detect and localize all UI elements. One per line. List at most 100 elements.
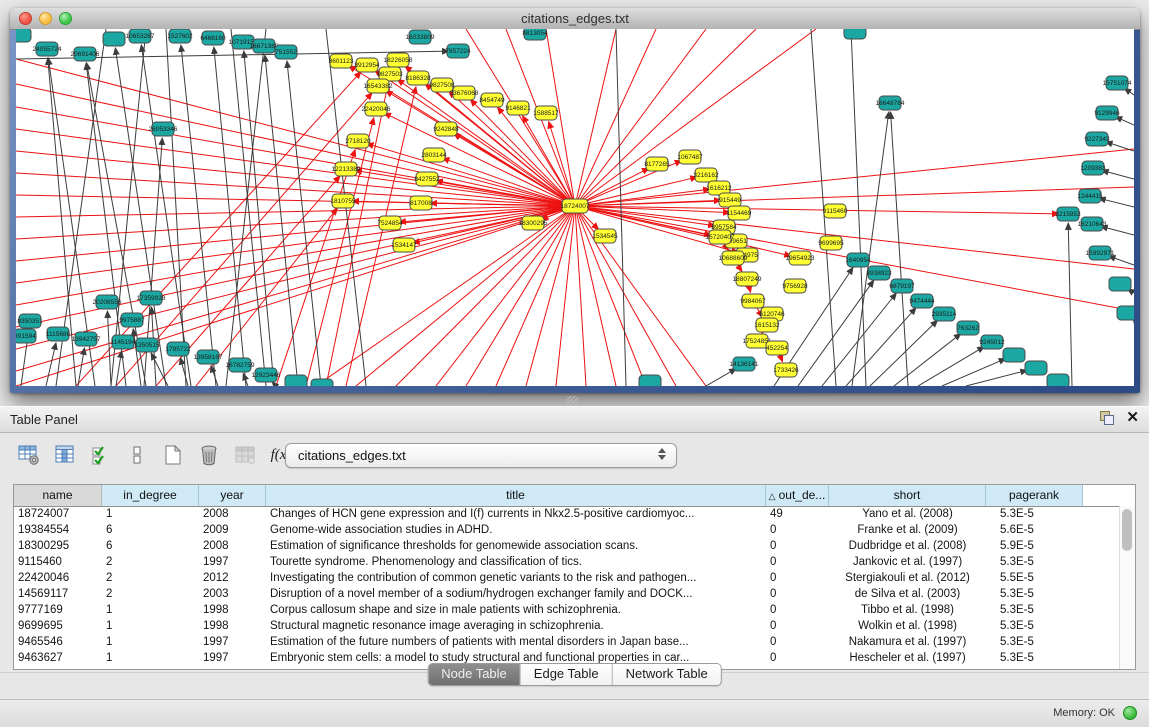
graph-node[interactable]: 26053346 <box>149 122 178 136</box>
graph-node[interactable] <box>103 32 125 46</box>
table-row[interactable]: 1456911722003Disruption of a novel membe… <box>14 587 1135 603</box>
graph-node[interactable]: 9975887 <box>119 313 145 327</box>
scrollbar-thumb[interactable] <box>1122 509 1132 551</box>
graph-node[interactable]: 3216162 <box>693 168 719 182</box>
graph-node[interactable]: 6466160 <box>200 31 226 45</box>
graph-node[interactable]: 1534545 <box>592 229 618 243</box>
graph-node[interactable]: 8350351 <box>17 314 43 328</box>
graph-node[interactable]: 1733426 <box>773 363 799 377</box>
graph-node[interactable]: 2935114 <box>932 307 957 321</box>
graph-node[interactable] <box>1117 306 1134 320</box>
row-height-button[interactable] <box>122 440 152 470</box>
graph-node[interactable]: 1209383 <box>1080 161 1106 175</box>
graph-node[interactable]: 9242848 <box>433 122 459 136</box>
new-column-button[interactable] <box>158 440 188 470</box>
graph-node[interactable]: 22420046 <box>362 102 391 116</box>
graph-node[interactable] <box>1109 277 1131 291</box>
graph-node[interactable]: 1244415 <box>1077 189 1103 203</box>
delete-column-button[interactable] <box>194 440 224 470</box>
graph-node[interactable]: 9699695 <box>818 236 844 250</box>
graph-node[interactable]: 751552 <box>275 45 297 59</box>
hub-node[interactable]: 18724007 <box>561 199 590 213</box>
graph-node[interactable]: 12923446 <box>252 368 281 382</box>
column-header-title[interactable]: title <box>266 485 766 506</box>
table-row[interactable]: 1830029562008Estimation of significance … <box>14 539 1135 555</box>
graph-node[interactable]: 9146821 <box>505 101 531 115</box>
column-header-out_de[interactable]: △out_de... <box>766 485 829 506</box>
tab-node-table[interactable]: Node Table <box>428 664 521 685</box>
graph-node[interactable]: 1640954 <box>845 253 871 267</box>
graph-node[interactable]: 20691406 <box>71 47 100 61</box>
graph-node[interactable]: 8454749 <box>479 93 505 107</box>
graph-node[interactable]: 452254 <box>766 341 788 355</box>
graph-node[interactable]: 9245012 <box>979 335 1005 349</box>
graph-node[interactable]: 8938923 <box>866 266 892 280</box>
graph-node[interactable] <box>1047 374 1069 386</box>
table-selector-dropdown[interactable]: citations_edges.txt <box>285 443 677 468</box>
graph-node[interactable]: 8601123 <box>329 54 354 68</box>
graph-node[interactable] <box>285 375 307 386</box>
graph-node[interactable]: 9115460 <box>823 204 848 218</box>
graph-node[interactable]: 9474444 <box>909 294 935 308</box>
graph-node[interactable]: 817008 <box>410 196 432 210</box>
graph-node[interactable] <box>1025 361 1047 375</box>
table-row[interactable]: 977716911998Corpus callosum shape and si… <box>14 603 1135 619</box>
graph-node[interactable]: 16210643 <box>1078 217 1107 231</box>
graph-node[interactable] <box>16 29 31 42</box>
graph-node[interactable]: 763262 <box>957 321 979 335</box>
table-row[interactable]: 1938455462009Genome-wide association stu… <box>14 523 1135 539</box>
graph-node[interactable]: 16033809 <box>406 30 435 44</box>
select-columns-button[interactable] <box>86 440 116 470</box>
graph-node[interactable]: 9129946 <box>1094 106 1120 120</box>
tab-network-table[interactable]: Network Table <box>613 664 721 685</box>
graph-node[interactable]: 9756928 <box>782 279 808 293</box>
graph-node[interactable]: 18300295 <box>519 216 548 230</box>
graph-node[interactable]: 16648784 <box>876 96 905 110</box>
show-columns-button[interactable] <box>50 440 80 470</box>
graph-node[interactable]: 8177265 <box>644 157 670 171</box>
graph-node[interactable]: 13958167 <box>194 350 223 364</box>
table-row[interactable]: 1872400712008Changes of HCN gene express… <box>14 507 1135 523</box>
graph-node[interactable]: 18807249 <box>733 272 762 286</box>
graph-node[interactable] <box>844 29 866 39</box>
table-row[interactable]: 911546021997Tourette syndrome. Phenomeno… <box>14 555 1135 571</box>
graph-node[interactable]: 8813054 <box>522 29 548 40</box>
graph-node[interactable]: 20206556 <box>93 295 122 309</box>
graph-node[interactable]: 1067487 <box>677 150 703 164</box>
graph-node[interactable]: 1534147 <box>391 238 417 252</box>
memory-ok-indicator-icon[interactable] <box>1123 706 1137 720</box>
graph-node[interactable]: 9227343 <box>1084 132 1110 146</box>
graph-node[interactable]: 1795722 <box>165 342 191 356</box>
graph-node[interactable]: 1527602 <box>167 29 193 43</box>
graph-node[interactable]: 8186328 <box>405 71 431 85</box>
column-header-short[interactable]: short <box>829 485 986 506</box>
graph-node[interactable]: 391594 <box>16 329 36 343</box>
graph-node[interactable]: 9984067 <box>740 294 766 308</box>
graph-node[interactable]: 1810755 <box>330 194 356 208</box>
graph-node[interactable]: 14136141 <box>730 357 759 371</box>
graph-node[interactable]: 8427552 <box>414 172 440 186</box>
graph-node[interactable]: 1154469 <box>727 206 752 220</box>
graph-node[interactable]: 2718120 <box>345 134 371 148</box>
table-options-button[interactable] <box>14 440 44 470</box>
graph-node[interactable]: 1145194 <box>111 335 136 349</box>
graph-node[interactable]: 1350515 <box>134 338 160 352</box>
table-row[interactable]: 2242004622012Investigating the contribut… <box>14 571 1135 587</box>
network-window-titlebar[interactable]: citations_edges.txt <box>10 8 1140 30</box>
pane-resize-grip[interactable] <box>566 396 578 404</box>
graph-node[interactable]: 8912954 <box>354 58 380 72</box>
graph-node[interactable]: 15992971 <box>1086 246 1115 260</box>
graph-node[interactable]: 915449 <box>719 193 741 207</box>
graph-node[interactable]: 16543382 <box>364 79 393 93</box>
graph-node[interactable]: 18226058 <box>384 53 413 67</box>
column-header-year[interactable]: year <box>199 485 266 506</box>
column-header-pagerank[interactable]: pagerank <box>986 485 1083 506</box>
graph-node[interactable]: 3215953 <box>1055 207 1081 221</box>
graph-node[interactable]: 7857224 <box>445 44 471 58</box>
graph-node[interactable]: 17359928 <box>137 291 166 305</box>
graph-node[interactable]: 24055724 <box>33 42 62 56</box>
float-panel-icon[interactable] <box>1100 411 1114 425</box>
graph-node[interactable] <box>1003 348 1025 362</box>
table-row[interactable]: 946554611997Estimation of the future num… <box>14 635 1135 651</box>
close-panel-icon[interactable]: ✕ <box>1126 411 1139 425</box>
